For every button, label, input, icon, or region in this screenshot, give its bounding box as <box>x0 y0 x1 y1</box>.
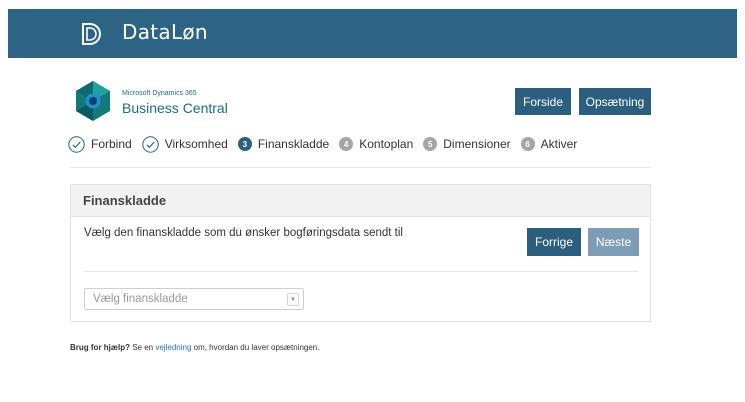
step-dimensioner: 5 Dimensioner <box>423 137 511 151</box>
step-label: Finanskladde <box>257 137 330 151</box>
check-circle-icon <box>68 135 85 153</box>
dropdown-arrow-icon: ▼ <box>287 293 299 306</box>
step-label: Virksomhed <box>164 137 228 151</box>
step-kontoplan: 4 Kontoplan <box>339 137 413 151</box>
brand-name: DataLøn <box>122 20 208 44</box>
help-bold: Brug for hjælp? <box>70 343 130 352</box>
step-label: Dimensioner <box>443 137 511 151</box>
step-label: Forbind <box>91 137 132 151</box>
step-finanskladde: 3 Finanskladde <box>237 137 330 151</box>
help-pre: Se en <box>130 343 156 352</box>
step-number-badge: 5 <box>423 137 438 151</box>
check-circle-icon <box>141 135 159 153</box>
help-post: om, hvordan du laver opsætningen. <box>191 343 320 352</box>
home-button[interactable]: Forside <box>515 88 571 115</box>
business-central-logo-icon <box>76 81 110 121</box>
step-label: Kontoplan <box>359 137 414 151</box>
next-button[interactable]: Næste <box>588 228 639 256</box>
top-bar: DataLøn <box>8 9 737 58</box>
step-number-badge: 4 <box>339 137 354 151</box>
step-aktiver: 6 Aktiver <box>520 137 578 151</box>
step-label: Aktiver <box>540 137 578 151</box>
step-forbind: Forbind <box>68 135 132 153</box>
help-text: Brug for hjælp? Se en vejledning om, hvo… <box>70 343 319 352</box>
panel-description: Vælg den finanskladde som du ønsker bogf… <box>84 227 403 239</box>
step-number-badge: 3 <box>237 137 252 151</box>
finanskladde-select[interactable]: Vælg finanskladde ▼ <box>84 288 304 310</box>
previous-button[interactable]: Forrige <box>527 228 581 256</box>
product-name: Business Central <box>122 100 228 116</box>
dataloen-logo-icon <box>82 23 101 45</box>
header-divider <box>70 167 651 168</box>
panel-title: Finanskladde <box>71 185 650 217</box>
panel-divider <box>84 271 638 272</box>
finanskladde-panel: Finanskladde Vælg den finanskladde som d… <box>70 184 651 322</box>
wizard-steps: Forbind Virksomhed 3 Finanskladde 4 Kont… <box>68 135 587 153</box>
step-virksomhed: Virksomhed <box>141 135 228 153</box>
setup-button[interactable]: Opsætning <box>579 88 651 115</box>
step-number-badge: 6 <box>520 137 535 151</box>
guide-link[interactable]: vejledning <box>155 343 191 352</box>
select-placeholder: Vælg finanskladde <box>93 293 188 305</box>
product-vendor: Microsoft Dynamics 365 <box>122 90 197 97</box>
